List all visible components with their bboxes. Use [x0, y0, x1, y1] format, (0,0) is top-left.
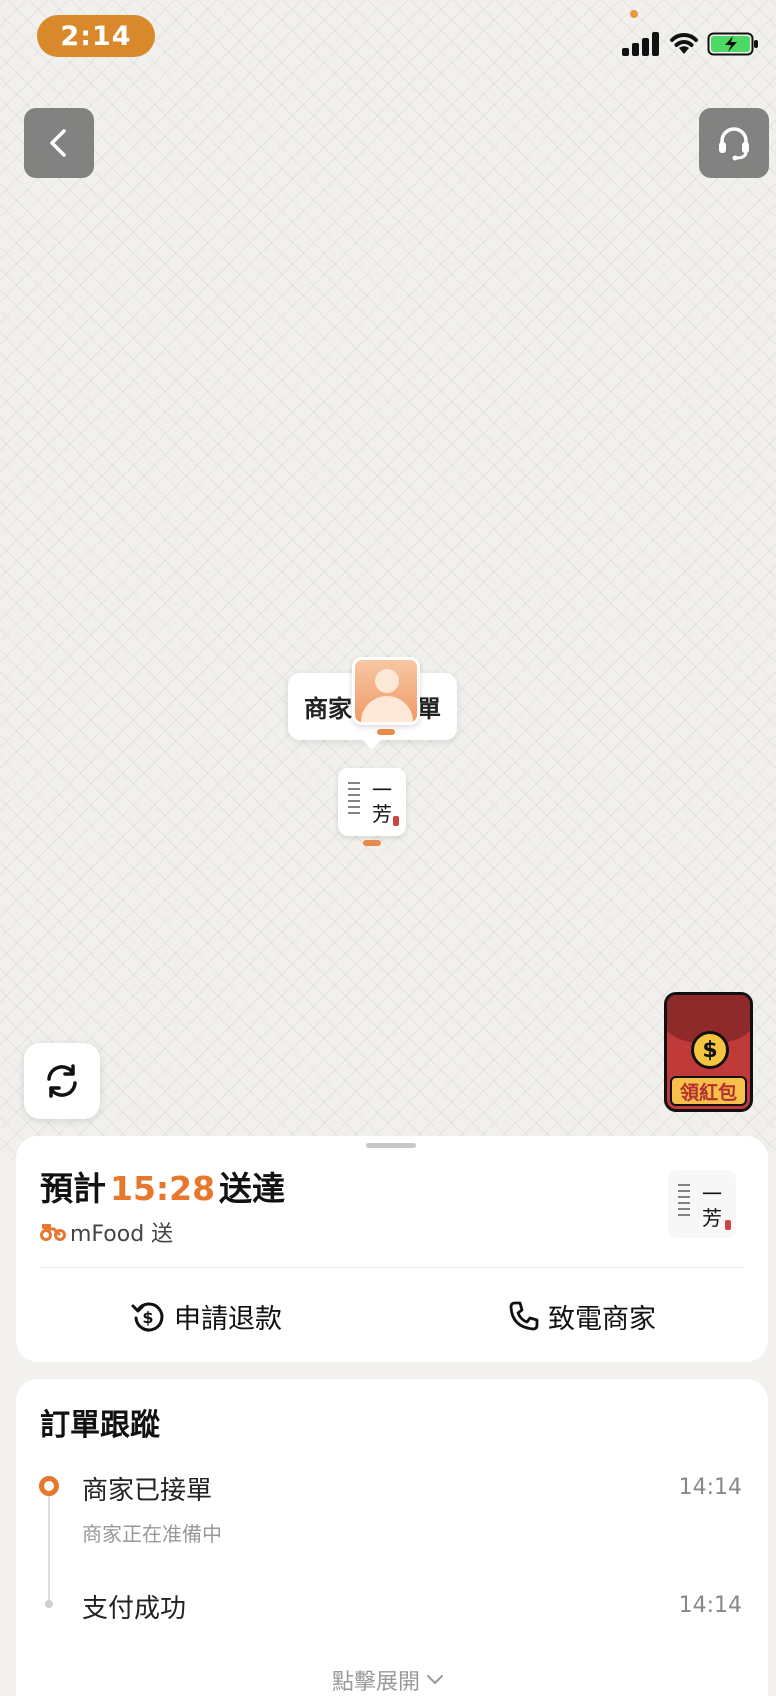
shop-thumb-glyph-bottom: 芳 — [702, 1206, 722, 1230]
user-avatar-marker — [352, 657, 420, 725]
shop-marker-pin — [363, 840, 381, 846]
refund-label: 申請退款 — [174, 1303, 282, 1335]
cellular-signal-icon — [622, 32, 660, 56]
shop-logo-glyph-bottom: 芳 — [372, 802, 392, 826]
avatar-marker-pin — [377, 729, 395, 735]
refresh-map-button[interactable] — [24, 1043, 100, 1119]
timeline-line — [48, 1496, 50, 1602]
phone-icon — [509, 1301, 539, 1331]
current-step-indicator — [39, 1476, 59, 1496]
chevron-left-icon — [50, 129, 66, 157]
step-title: 商家已接單 — [82, 1476, 213, 1506]
chevron-down-icon — [427, 1675, 443, 1685]
past-step-indicator — [45, 1600, 53, 1608]
status-time: 2:14 — [37, 15, 155, 57]
courier-label: mFood 送 — [40, 1216, 173, 1248]
refund-icon: $ — [131, 1302, 164, 1332]
headset-icon — [719, 127, 749, 161]
svg-text:$: $ — [142, 1308, 153, 1327]
map-view[interactable] — [0, 0, 776, 1160]
customer-service-button[interactable] — [699, 108, 769, 178]
step-time: 14:14 — [678, 1593, 742, 1618]
refund-button[interactable]: $ 申請退款 — [130, 1296, 282, 1336]
eta-heading: 預計 15:28 送達 — [40, 1162, 285, 1210]
tracking-title: 訂單跟蹤 — [40, 1408, 160, 1443]
coin-icon: $ — [691, 1031, 729, 1069]
eta-prefix: 預計 — [40, 1169, 106, 1208]
merchant-bubble-text-left: 商家 — [304, 695, 352, 723]
privacy-indicator — [630, 10, 638, 18]
red-packet-label: 領紅包 — [670, 1076, 747, 1106]
wifi-icon — [670, 33, 698, 54]
expand-tracking-button[interactable]: 點擊展開 — [0, 1664, 776, 1696]
step-subtitle: 商家正在准備中 — [82, 1522, 222, 1546]
courier-text: mFood 送 — [70, 1222, 174, 1247]
card-divider — [40, 1267, 745, 1268]
call-merchant-label: 致電商家 — [548, 1303, 656, 1335]
step-title: 支付成功 — [82, 1594, 187, 1624]
refresh-icon — [47, 1064, 77, 1098]
call-merchant-button[interactable]: 致電商家 — [508, 1296, 656, 1336]
eta-suffix: 送達 — [219, 1169, 286, 1208]
shop-logo-thumbnail[interactable]: 一 芳 — [668, 1170, 736, 1238]
expand-label: 點擊展開 — [331, 1670, 420, 1695]
eta-time: 15:28 — [110, 1169, 216, 1208]
merchant-bubble-text-right: 單 — [417, 695, 441, 723]
sheet-drag-handle[interactable] — [366, 1143, 416, 1148]
shop-logo-marker[interactable]: 一 芳 — [338, 768, 406, 836]
red-packet-button[interactable]: $ 領紅包 — [664, 992, 753, 1112]
battery-charging-icon — [707, 32, 758, 56]
back-button[interactable] — [24, 108, 94, 178]
scooter-icon — [40, 1224, 66, 1241]
step-time: 14:14 — [678, 1475, 742, 1500]
